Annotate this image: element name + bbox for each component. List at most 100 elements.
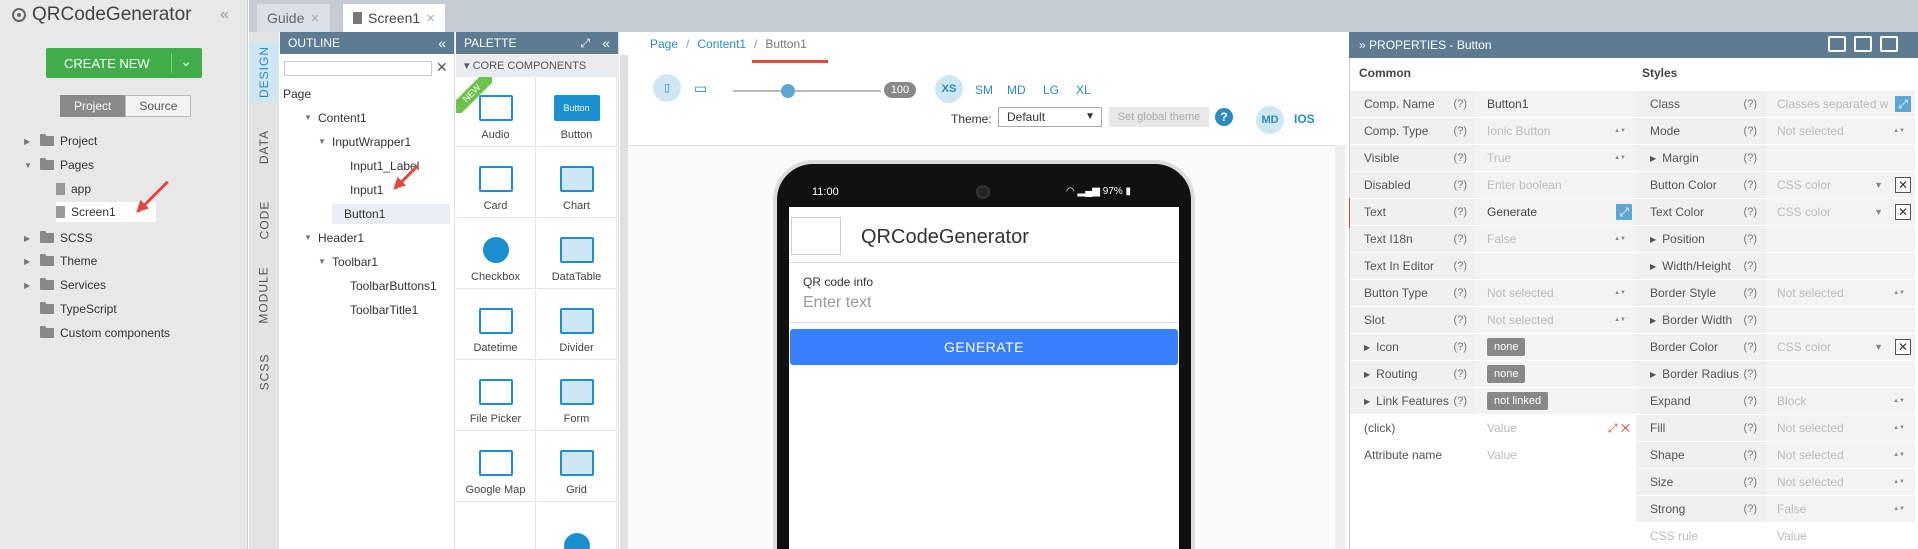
expand-text-icon[interactable]: ⤢ (1616, 204, 1632, 220)
close-icon[interactable]: ✕ (426, 12, 435, 25)
clear-color-icon[interactable]: ✕ (1895, 204, 1911, 220)
canvas-scrollbar[interactable] (1335, 145, 1345, 549)
style-row-border-style[interactable]: Border Style (?) Not selected ▲▼ (1636, 280, 1915, 307)
palette-item-grid[interactable]: Grid (537, 432, 617, 502)
style-row-width-height[interactable]: ▶ Width/Height (?) (1636, 253, 1915, 280)
tree-item-scss[interactable]: ▶ SCSS (24, 228, 93, 248)
help-icon[interactable]: ? (1215, 108, 1233, 126)
prop-row-slot[interactable]: Slot (?) Not selected ▲▼ (1350, 307, 1636, 334)
tree-item-pages[interactable]: ▼ Pages (24, 155, 94, 175)
expand-icon[interactable]: ⤢ (580, 32, 590, 54)
outline-item-page[interactable]: Page (283, 84, 311, 104)
mode-md[interactable]: MD (1256, 106, 1284, 134)
outline-item-content1[interactable]: ▼ Content1 (304, 108, 367, 128)
palette-item-chart[interactable]: Chart (537, 148, 617, 218)
outline-item-toolbarbuttons1[interactable]: ToolbarButtons1 (350, 276, 437, 296)
tree-item-theme[interactable]: ▶ Theme (24, 251, 97, 271)
prop-row-icon[interactable]: ▶ Icon (?) none (1350, 334, 1636, 361)
style-row-css-rule[interactable]: CSS rule Value (1636, 523, 1915, 549)
prop-row-attribute-name[interactable]: Attribute name Value (1350, 442, 1636, 469)
palette-item-audio[interactable]: Audio (456, 77, 536, 147)
style-row-border-width[interactable]: ▶ Border Width (?) (1636, 307, 1915, 334)
tab-data[interactable]: DATA (249, 117, 279, 177)
collapse-panel-icon[interactable]: « (220, 6, 229, 24)
palette-item-checkbox[interactable]: Checkbox (456, 219, 536, 289)
qr-input[interactable]: Enter text (803, 294, 871, 312)
edit-click-icon[interactable]: ⤢ ✕ (1608, 421, 1630, 436)
prop-row-comp-type[interactable]: Comp. Type (?) Ionic Button ▲▼ (1350, 118, 1636, 145)
clear-color-icon[interactable]: ✕ (1895, 177, 1911, 193)
palette-item-card[interactable]: Card (456, 148, 536, 218)
palette-item-button[interactable]: Button Button (537, 77, 617, 147)
outline-item-toolbartitle1[interactable]: ToolbarTitle1 (350, 300, 418, 320)
layout-columns-icon[interactable] (1854, 36, 1872, 52)
prop-row-disabled[interactable]: Disabled (?) Enter boolean (1350, 172, 1636, 199)
tree-item-app[interactable]: app (56, 179, 91, 199)
project-tab[interactable]: Project (60, 95, 126, 117)
clear-icon[interactable]: ✕ (436, 59, 448, 76)
style-row-margin[interactable]: ▶ Margin (?) (1636, 145, 1915, 172)
palette-item-google-map[interactable]: Google Map (456, 432, 536, 502)
outline-item-toolbar1[interactable]: ▼ Toolbar1 (318, 252, 378, 272)
style-row-class[interactable]: Class (?) Classes separated w ⤢ (1636, 91, 1915, 118)
prop-row-comp-name[interactable]: Comp. Name (?) Button1 (1350, 91, 1636, 118)
breakpoint-xl[interactable]: XL (1076, 83, 1091, 97)
palette-item-datatable[interactable]: DataTable (537, 219, 617, 289)
prop-row-click[interactable]: (click) Value ⤢ ✕ (1350, 415, 1636, 442)
prop-row-routing[interactable]: ▶ Routing (?) none (1350, 361, 1636, 388)
palette-item-html[interactable]: <html /> (456, 503, 536, 549)
theme-select[interactable]: Default ▼ (998, 107, 1102, 127)
prop-row-text-i18n[interactable]: Text I18n (?) False ▲▼ (1350, 226, 1636, 253)
prop-row-button-type[interactable]: Button Type (?) Not selected ▲▼ (1350, 280, 1636, 307)
create-new-button[interactable]: CREATE NEW ⌄ (46, 48, 202, 78)
layout-rows-icon[interactable] (1828, 36, 1846, 52)
breakpoint-xs[interactable]: XS (935, 75, 963, 103)
chevron-down-icon[interactable]: ⌄ (180, 53, 192, 70)
zoom-slider-handle[interactable] (781, 84, 795, 98)
tab-scss[interactable]: SCSS (249, 342, 279, 402)
style-row-strong[interactable]: Strong (?) False ▲▼ (1636, 496, 1915, 523)
toolbar-button-placeholder[interactable] (791, 217, 841, 255)
outline-item-inputwrapper1[interactable]: ▼ InputWrapper1 (318, 132, 411, 152)
close-icon[interactable]: ✕ (310, 12, 319, 25)
expand-icon[interactable]: » (1359, 38, 1366, 52)
tab-code[interactable]: CODE (249, 190, 279, 250)
outline-search-input[interactable] (284, 61, 432, 76)
style-row-shape[interactable]: Shape (?) Not selected ▲▼ (1636, 442, 1915, 469)
palette-item-home[interactable] (537, 503, 617, 549)
style-row-border-radius[interactable]: ▶ Border Radius (?) (1636, 361, 1915, 388)
outline-item-input1[interactable]: Input1 (350, 180, 383, 200)
mode-ios[interactable]: IOS (1294, 112, 1315, 126)
tree-item-custom-components[interactable]: Custom components (40, 323, 170, 343)
tab-guide[interactable]: Guide ✕ (257, 4, 330, 32)
clear-color-icon[interactable]: ✕ (1895, 339, 1911, 355)
tab-design[interactable]: DESIGN (249, 42, 279, 102)
style-row-expand[interactable]: Expand (?) Block ▲▼ (1636, 388, 1915, 415)
generate-button[interactable]: GENERATE (790, 329, 1178, 365)
palette-item-form[interactable]: Form (537, 361, 617, 431)
outline-item-header1[interactable]: ▼ Header1 (304, 228, 364, 248)
style-row-button-color[interactable]: Button Color (?) CSS color ▼ ✕ (1636, 172, 1915, 199)
tree-item-services[interactable]: ▶ Services (24, 275, 106, 295)
outline-item-button1[interactable]: Button1 (332, 204, 450, 224)
tab-module[interactable]: MODULE (249, 265, 279, 325)
palette-item-datetime[interactable]: Datetime (456, 290, 536, 360)
style-row-fill[interactable]: Fill (?) Not selected ▲▼ (1636, 415, 1915, 442)
prop-row-link-features[interactable]: ▶ Link Features (?) not linked (1350, 388, 1636, 415)
breadcrumb-page[interactable]: Page (650, 37, 678, 51)
collapse-icon[interactable]: « (438, 32, 446, 54)
tree-item-project[interactable]: ▶ Project (24, 131, 97, 151)
style-row-border-color[interactable]: Border Color (?) CSS color ▼ ✕ (1636, 334, 1915, 361)
palette-item-divider[interactable]: Divider (537, 290, 617, 360)
prop-row-text-in-editor[interactable]: Text In Editor (?) (1350, 253, 1636, 280)
prop-row-visible[interactable]: Visible (?) True ▲▼ (1350, 145, 1636, 172)
tab-screen1[interactable]: Screen1 ✕ (343, 4, 446, 32)
expand-class-icon[interactable]: ⤢ (1895, 96, 1911, 112)
breadcrumb-content1[interactable]: Content1 (697, 37, 746, 51)
style-row-mode[interactable]: Mode (?) Not selected ▲▼ (1636, 118, 1915, 145)
palette-scrollbar[interactable] (620, 55, 628, 549)
layout-folder-icon[interactable] (1880, 36, 1898, 52)
prop-row-text[interactable]: Text (?) Generate ⤢ (1350, 199, 1636, 226)
collapse-icon[interactable]: « (602, 32, 610, 54)
source-tab[interactable]: Source (125, 95, 192, 117)
